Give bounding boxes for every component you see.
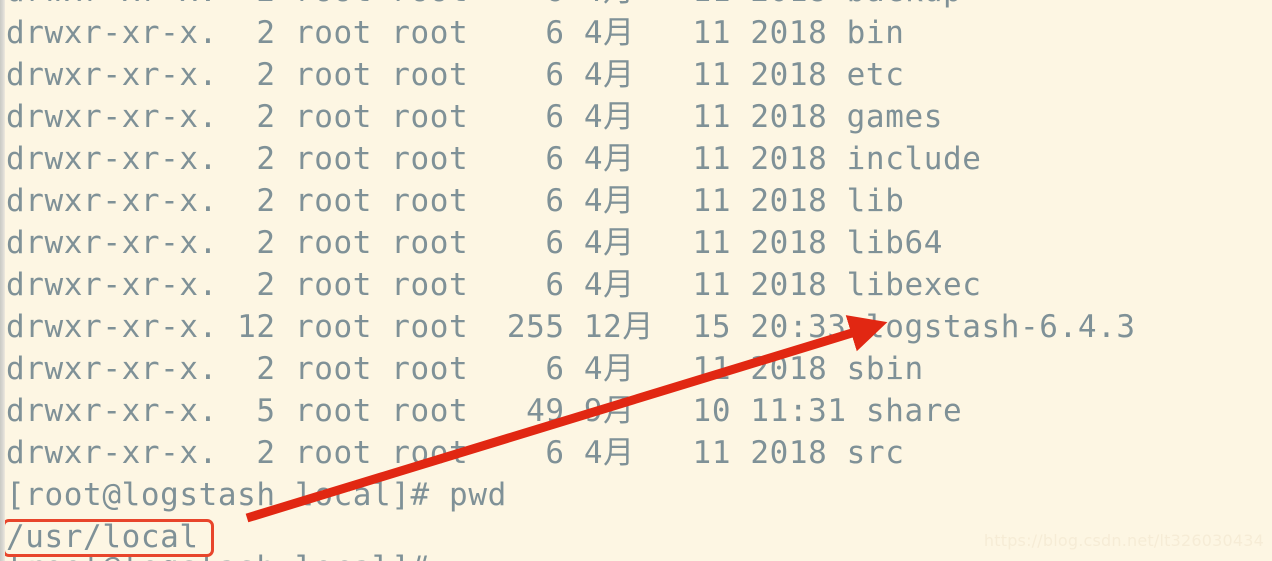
terminal-window[interactable]: drwxr-xr-x. 2 root root 6 4月 11 2018 bac… bbox=[0, 0, 1272, 561]
terminal-line-share: drwxr-xr-x. 5 root root 49 9月 10 11:31 s… bbox=[6, 393, 963, 429]
terminal-left-edge bbox=[0, 0, 5, 561]
terminal-line-lib: drwxr-xr-x. 2 root root 6 4月 11 2018 lib bbox=[6, 183, 905, 219]
terminal-line-src: drwxr-xr-x. 2 root root 6 4月 11 2018 src bbox=[6, 435, 905, 471]
terminal-line-include: drwxr-xr-x. 2 root root 6 4月 11 2018 inc… bbox=[6, 141, 982, 177]
terminal-line-libexec: drwxr-xr-x. 2 root root 6 4月 11 2018 lib… bbox=[6, 267, 982, 303]
terminal-output-area[interactable]: drwxr-xr-x. 2 root root 6 4月 11 2018 bac… bbox=[0, 0, 1272, 561]
terminal-line-etc: drwxr-xr-x. 2 root root 6 4月 11 2018 etc bbox=[6, 57, 905, 93]
terminal-prompt-line[interactable]: [root@logstash local]# pwd bbox=[6, 474, 507, 516]
pwd-output-highlight-box bbox=[2, 519, 214, 557]
terminal-line-clipped-top: drwxr-xr-x. 2 root root 6 4月 11 2018 bac… bbox=[6, 0, 962, 12]
terminal-line-sbin: drwxr-xr-x. 2 root root 6 4月 11 2018 sbi… bbox=[6, 351, 924, 387]
blog-watermark: https://blog.csdn.net/lt326030434 bbox=[983, 531, 1264, 550]
terminal-line-logstash: drwxr-xr-x. 12 root root 255 12月 15 20:3… bbox=[6, 309, 1136, 345]
terminal-line-games: drwxr-xr-x. 2 root root 6 4月 11 2018 gam… bbox=[6, 99, 943, 135]
terminal-line-lib64: drwxr-xr-x. 2 root root 6 4月 11 2018 lib… bbox=[6, 225, 943, 261]
terminal-line-bin: drwxr-xr-x. 2 root root 6 4月 11 2018 bin bbox=[6, 15, 905, 51]
